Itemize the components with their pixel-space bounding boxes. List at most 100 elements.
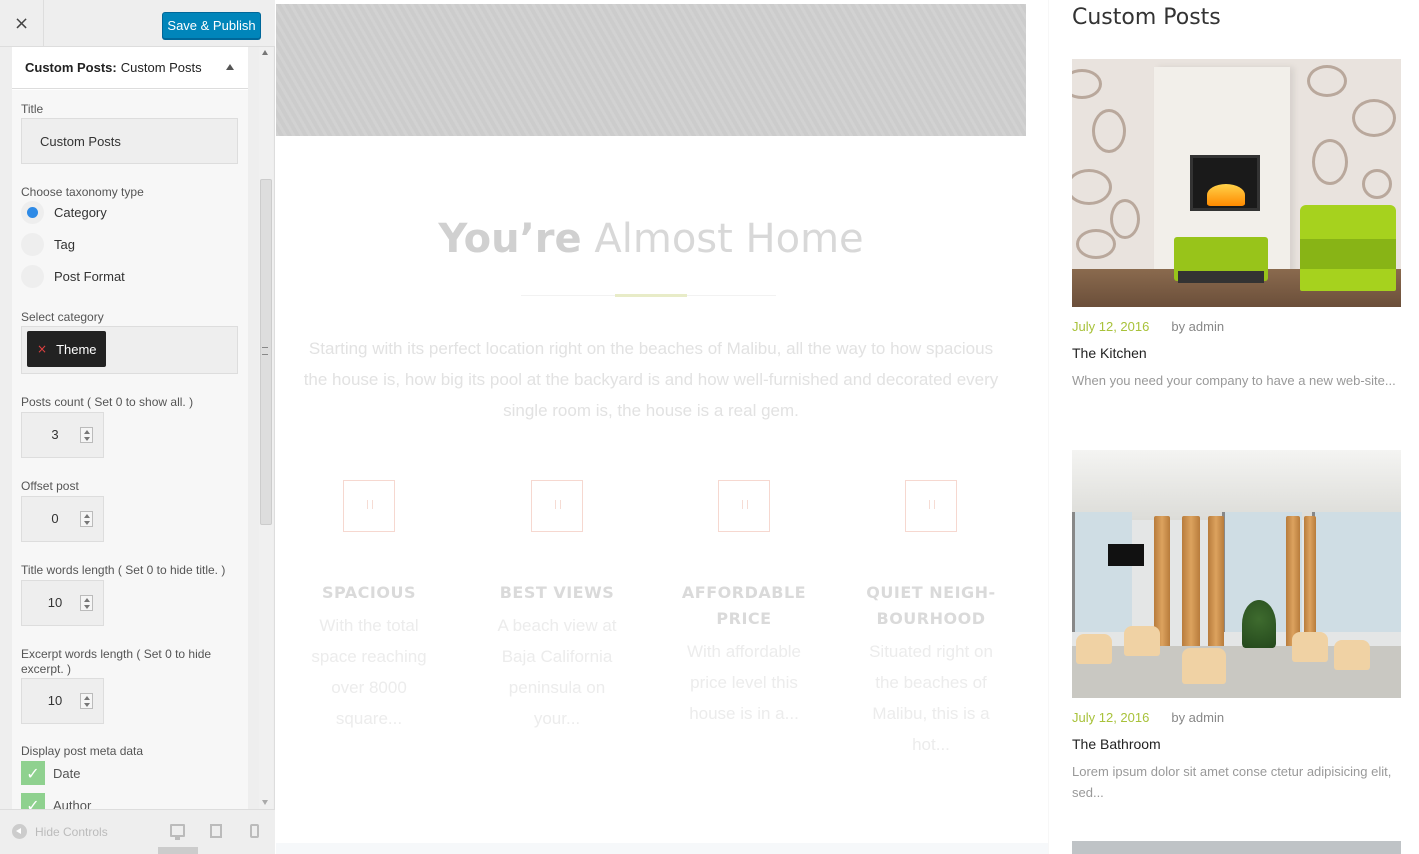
posts-count-stepper[interactable]: 3 xyxy=(21,412,104,458)
custom-posts-widget: Custom Posts July 12, 2016 by admin The … xyxy=(1048,0,1419,854)
main-content: You’re Almost Home Starting with its per… xyxy=(276,136,1026,854)
excerpt-words-value: 10 xyxy=(47,693,63,708)
posts-count-value: 3 xyxy=(51,427,59,442)
divider-accent xyxy=(615,294,687,297)
checkbox-date[interactable]: ✓ Date xyxy=(21,761,80,785)
desktop-icon[interactable] xyxy=(170,824,185,840)
post-item: July 12, 2016 by admin The Bathroom Lore… xyxy=(1072,450,1401,803)
customizer-footer: Hide Controls xyxy=(0,809,275,854)
widget-panel: Custom Posts: Custom Posts Title Custom … xyxy=(12,47,248,809)
title-words-stepper[interactable]: 10 xyxy=(21,580,104,626)
scroll-down-arrow-icon[interactable] xyxy=(262,800,268,805)
excerpt-words-stepper[interactable]: 10 xyxy=(21,678,104,724)
feature-title: AFFORDABLE PRICE xyxy=(681,583,807,628)
feature-title: BEST VIEWS xyxy=(499,583,615,602)
post-meta-label: Display post meta data xyxy=(21,744,144,758)
radio-label: Category xyxy=(54,205,107,220)
post-date[interactable]: July 12, 2016 xyxy=(1072,710,1149,725)
header-banner-image xyxy=(276,4,1026,136)
radio-post-format[interactable]: Post Format xyxy=(21,265,125,288)
spinner-arrows-icon[interactable] xyxy=(80,595,93,611)
feature-description: With the total space reaching over 8000 … xyxy=(311,616,427,728)
hide-controls-button[interactable]: Hide Controls xyxy=(12,824,108,839)
radio-button-checked[interactable] xyxy=(21,201,44,224)
remove-chip-icon[interactable]: × xyxy=(37,342,47,356)
quote-icon xyxy=(343,480,395,532)
widget-form: Title Custom Posts Choose taxonomy type … xyxy=(12,90,248,809)
post-excerpt: When you need your company to have a new… xyxy=(1072,373,1396,388)
panel-scrollbar[interactable] xyxy=(259,47,273,809)
post-excerpt: Lorem ipsum dolor sit amet conse ctetur … xyxy=(1072,764,1392,800)
widget-title: Custom Posts xyxy=(1072,5,1221,30)
title-words-label: Title words length ( Set 0 to hide title… xyxy=(21,563,226,577)
checkbox-label: Author xyxy=(53,797,92,810)
scroll-up-arrow-icon[interactable] xyxy=(262,50,268,55)
spinner-arrows-icon[interactable] xyxy=(80,427,93,443)
post-thumbnail[interactable] xyxy=(1072,841,1401,854)
select-category-label: Select category xyxy=(21,310,104,324)
post-date[interactable]: July 12, 2016 xyxy=(1072,319,1149,334)
category-chip-label: Theme xyxy=(56,341,97,357)
category-chip: × Theme xyxy=(27,331,106,367)
mobile-icon[interactable] xyxy=(250,824,259,838)
site-preview: You’re Almost Home Starting with its per… xyxy=(276,0,1419,854)
hero-title-light: Almost Home xyxy=(594,216,864,262)
post-thumbnail[interactable] xyxy=(1072,59,1401,307)
quote-icon xyxy=(531,480,583,532)
post-item: July 12, 2016 by admin The Kitchen When … xyxy=(1072,59,1401,391)
feature-description: Situated right on the beaches of Malibu,… xyxy=(869,642,993,754)
checkmark-icon[interactable]: ✓ xyxy=(21,793,45,809)
spinner-arrows-icon[interactable] xyxy=(80,511,93,527)
category-select[interactable]: × Theme xyxy=(21,326,238,374)
customizer-sidebar: × Save & Publish Custom Posts: Custom Po… xyxy=(0,0,275,854)
customizer-header: × Save & Publish xyxy=(0,0,275,47)
post-author[interactable]: by admin xyxy=(1171,319,1224,334)
post-thumbnail[interactable] xyxy=(1072,450,1401,698)
radio-tag[interactable]: Tag xyxy=(21,233,75,256)
feature-best-views: BEST VIEWS A beach view at Baja Californ… xyxy=(482,480,632,734)
offset-post-stepper[interactable]: 0 xyxy=(21,496,104,542)
checkbox-author[interactable]: ✓ Author xyxy=(21,793,91,809)
widget-panel-title[interactable]: Custom Posts: Custom Posts xyxy=(12,47,248,89)
grip-icon xyxy=(262,347,268,355)
tablet-icon[interactable] xyxy=(210,824,222,838)
feature-affordable-price: AFFORDABLE PRICE With affordable price l… xyxy=(669,480,819,729)
radio-label: Post Format xyxy=(54,269,125,284)
feature-title: SPACIOUS xyxy=(322,583,416,602)
footer-tab-handle xyxy=(158,847,198,854)
feature-description: With affordable price level this house i… xyxy=(686,642,802,723)
chevron-up-icon[interactable] xyxy=(226,64,234,70)
radio-button[interactable] xyxy=(21,233,44,256)
title-field-label: Title xyxy=(21,102,44,116)
checkmark-icon[interactable]: ✓ xyxy=(21,761,45,785)
feature-spacious: SPACIOUS With the total space reaching o… xyxy=(294,480,444,734)
hero-title: You’re Almost Home xyxy=(276,216,1026,262)
excerpt-words-label: Excerpt words length ( Set 0 to hide exc… xyxy=(21,647,212,676)
feature-title: QUIET NEIGH-BOURHOOD xyxy=(866,583,996,628)
radio-category[interactable]: Category xyxy=(21,201,107,224)
offset-post-label: Offset post xyxy=(21,479,79,493)
post-title[interactable]: The Bathroom xyxy=(1072,736,1401,752)
checkbox-label: Date xyxy=(53,765,81,781)
radio-button[interactable] xyxy=(21,265,44,288)
spinner-arrows-icon[interactable] xyxy=(80,693,93,709)
radio-label: Tag xyxy=(54,237,75,252)
quote-icon xyxy=(718,480,770,532)
offset-post-value: 0 xyxy=(51,511,59,526)
hide-controls-label: Hide Controls xyxy=(35,824,108,839)
title-input[interactable]: Custom Posts xyxy=(21,118,238,164)
title-words-value: 10 xyxy=(47,595,63,610)
post-author[interactable]: by admin xyxy=(1171,710,1224,725)
save-publish-button[interactable]: Save & Publish xyxy=(162,12,261,39)
widget-type-label: Custom Posts: xyxy=(25,60,117,75)
close-icon[interactable]: × xyxy=(0,0,44,47)
taxonomy-type-label: Choose taxonomy type xyxy=(21,185,144,199)
feature-quiet-neighbourhood: QUIET NEIGH-BOURHOOD Situated right on t… xyxy=(856,480,1006,760)
feature-description: A beach view at Baja California peninsul… xyxy=(497,616,617,728)
footer-strip xyxy=(276,843,1048,854)
hero-title-bold: You’re xyxy=(438,216,582,262)
post-title[interactable]: The Kitchen xyxy=(1072,345,1401,361)
posts-count-label: Posts count ( Set 0 to show all. ) xyxy=(21,395,194,409)
arrow-left-circle-icon xyxy=(12,824,27,839)
quote-icon xyxy=(905,480,957,532)
